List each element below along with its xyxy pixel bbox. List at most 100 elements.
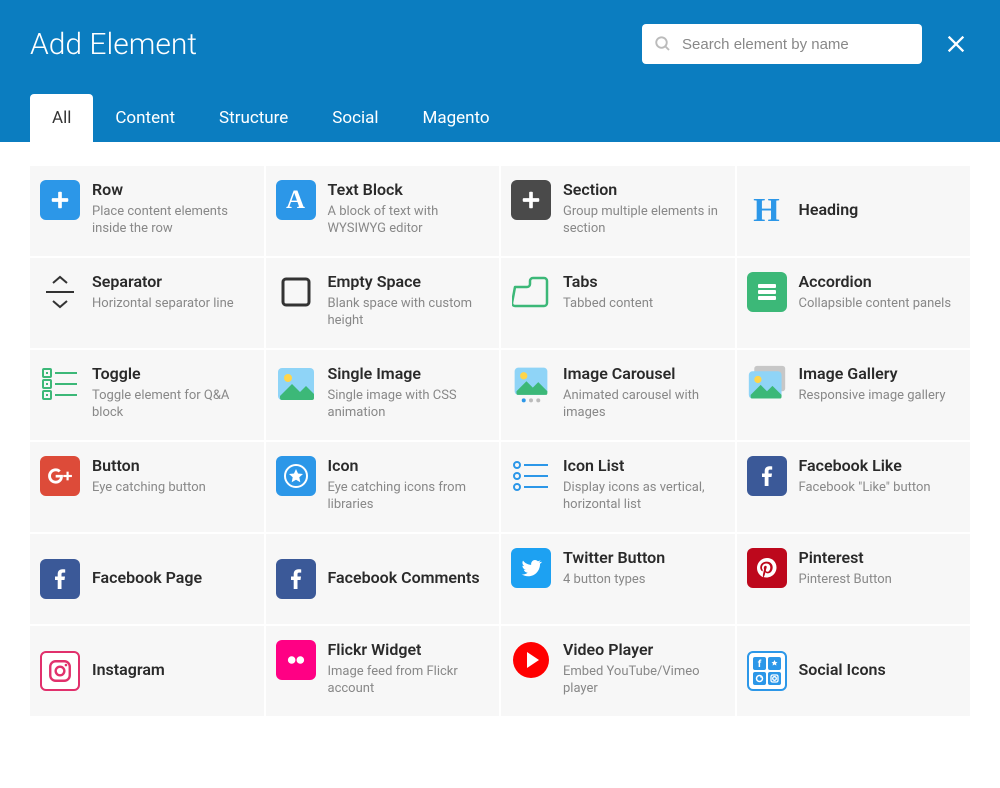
element-icon[interactable]: IconEye catching icons from libraries xyxy=(266,442,500,532)
element-title: Facebook Comments xyxy=(328,568,490,589)
header-top: Add Element xyxy=(30,24,970,64)
search-input[interactable] xyxy=(642,24,922,64)
element-title: Pinterest xyxy=(799,548,961,569)
close-icon xyxy=(945,33,967,55)
element-text: ButtonEye catching button xyxy=(92,456,254,496)
element-description: Group multiple elements in section xyxy=(563,203,725,238)
element-description: Display icons as vertical, horizontal li… xyxy=(563,479,725,514)
element-image-gallery[interactable]: Image GalleryResponsive image gallery xyxy=(737,350,971,440)
flickr-icon xyxy=(276,640,316,680)
element-title: Single Image xyxy=(328,364,490,385)
element-image-carousel[interactable]: Image CarouselAnimated carousel with ima… xyxy=(501,350,735,440)
element-text: Flickr WidgetImage feed from Flickr acco… xyxy=(328,640,490,698)
element-text: Single ImageSingle image with CSS animat… xyxy=(328,364,490,422)
element-facebook-page[interactable]: Facebook Page xyxy=(30,534,264,624)
separator-icon xyxy=(40,272,80,312)
element-title: Empty Space xyxy=(328,272,490,293)
element-title: Facebook Like xyxy=(799,456,961,477)
header-right xyxy=(642,24,970,64)
plus-dark-icon xyxy=(511,180,551,220)
element-icon-list[interactable]: Icon ListDisplay icons as vertical, hori… xyxy=(501,442,735,532)
element-description: Place content elements inside the row xyxy=(92,203,254,238)
element-text: Video PlayerEmbed YouTube/Vimeo player xyxy=(563,640,725,698)
facebook-icon xyxy=(40,559,80,599)
element-toggle[interactable]: ToggleToggle element for Q&A block xyxy=(30,350,264,440)
element-title: Video Player xyxy=(563,640,725,661)
element-title: Facebook Page xyxy=(92,568,254,589)
element-description: 4 button types xyxy=(563,571,725,589)
element-text: Icon ListDisplay icons as vertical, hori… xyxy=(563,456,725,514)
tab-structure[interactable]: Structure xyxy=(197,94,310,142)
element-text: Twitter Button 4 button types xyxy=(563,548,725,588)
element-title: Accordion xyxy=(799,272,961,293)
element-text: RowPlace content elements inside the row xyxy=(92,180,254,238)
close-button[interactable] xyxy=(942,30,970,58)
instagram-icon xyxy=(40,651,80,691)
element-title: Twitter Button xyxy=(563,548,725,569)
element-text-block[interactable]: AText BlockA block of text with WYSIWYG … xyxy=(266,166,500,256)
element-description: A block of text with WYSIWYG editor xyxy=(328,203,490,238)
tabs-icon xyxy=(511,272,551,312)
element-title: Text Block xyxy=(328,180,490,201)
element-title: Toggle xyxy=(92,364,254,385)
gplus-icon xyxy=(40,456,80,496)
accordion-icon xyxy=(747,272,787,312)
element-section[interactable]: SectionGroup multiple elements in sectio… xyxy=(501,166,735,256)
element-facebook-comments[interactable]: Facebook Comments xyxy=(266,534,500,624)
facebook-icon xyxy=(747,456,787,496)
element-row[interactable]: RowPlace content elements inside the row xyxy=(30,166,264,256)
element-description: Facebook "Like" button xyxy=(799,479,961,497)
element-text: Pinterest Pinterest Button xyxy=(799,548,961,588)
element-text: IconEye catching icons from libraries xyxy=(328,456,490,514)
element-single-image[interactable]: Single ImageSingle image with CSS animat… xyxy=(266,350,500,440)
element-title: Social Icons xyxy=(799,660,961,681)
element-text: Accordion Collapsible content panels xyxy=(799,272,961,312)
element-social-icons[interactable]: f Social Icons xyxy=(737,626,971,716)
element-empty-space[interactable]: Empty SpaceBlank space with custom heigh… xyxy=(266,258,500,348)
element-description: Tabbed content xyxy=(563,295,725,313)
image-carousel-icon xyxy=(511,364,551,404)
element-accordion[interactable]: Accordion Collapsible content panels xyxy=(737,258,971,348)
search-icon xyxy=(654,35,672,53)
social-grid-icon: f xyxy=(747,651,787,691)
element-text: Heading xyxy=(799,200,961,223)
element-flickr-widget[interactable]: Flickr WidgetImage feed from Flickr acco… xyxy=(266,626,500,716)
element-title: Icon List xyxy=(563,456,725,477)
svg-text:f: f xyxy=(757,659,761,670)
element-facebook-like[interactable]: Facebook Like Facebook "Like" button xyxy=(737,442,971,532)
element-title: Heading xyxy=(799,200,961,221)
element-description: Responsive image gallery xyxy=(799,387,961,405)
element-description: Single image with CSS animation xyxy=(328,387,490,422)
element-description: Eye catching icons from libraries xyxy=(328,479,490,514)
heading-h-icon: H xyxy=(747,191,787,231)
element-description: Pinterest Button xyxy=(799,571,961,589)
icon-list-icon xyxy=(511,456,551,496)
tab-content[interactable]: Content xyxy=(93,94,197,142)
tab-social[interactable]: Social xyxy=(310,94,400,142)
element-twitter-button[interactable]: Twitter Button 4 button types xyxy=(501,534,735,624)
element-separator[interactable]: Separator Horizontal separator line xyxy=(30,258,264,348)
element-text: Empty SpaceBlank space with custom heigh… xyxy=(328,272,490,330)
tab-all[interactable]: All xyxy=(30,94,93,142)
element-text: Image CarouselAnimated carousel with ima… xyxy=(563,364,725,422)
facebook-icon xyxy=(276,559,316,599)
element-title: Separator xyxy=(92,272,254,293)
element-text: Social Icons xyxy=(799,660,961,683)
page-title: Add Element xyxy=(30,27,197,62)
element-tabs[interactable]: TabsTabbed content xyxy=(501,258,735,348)
element-heading[interactable]: H Heading xyxy=(737,166,971,256)
element-description: Toggle element for Q&A block xyxy=(92,387,254,422)
element-instagram[interactable]: Instagram xyxy=(30,626,264,716)
empty-square-icon xyxy=(276,272,316,312)
tabs: AllContentStructureSocialMagento xyxy=(30,94,970,142)
element-text: Facebook Page xyxy=(92,568,254,591)
element-button[interactable]: ButtonEye catching button xyxy=(30,442,264,532)
element-pinterest[interactable]: Pinterest Pinterest Button xyxy=(737,534,971,624)
tab-magento[interactable]: Magento xyxy=(401,94,512,142)
element-text: Instagram xyxy=(92,660,254,683)
element-description: Embed YouTube/Vimeo player xyxy=(563,663,725,698)
element-video-player[interactable]: Video PlayerEmbed YouTube/Vimeo player xyxy=(501,626,735,716)
element-description: Horizontal separator line xyxy=(92,295,254,313)
element-description: Collapsible content panels xyxy=(799,295,961,313)
element-title: Row xyxy=(92,180,254,201)
